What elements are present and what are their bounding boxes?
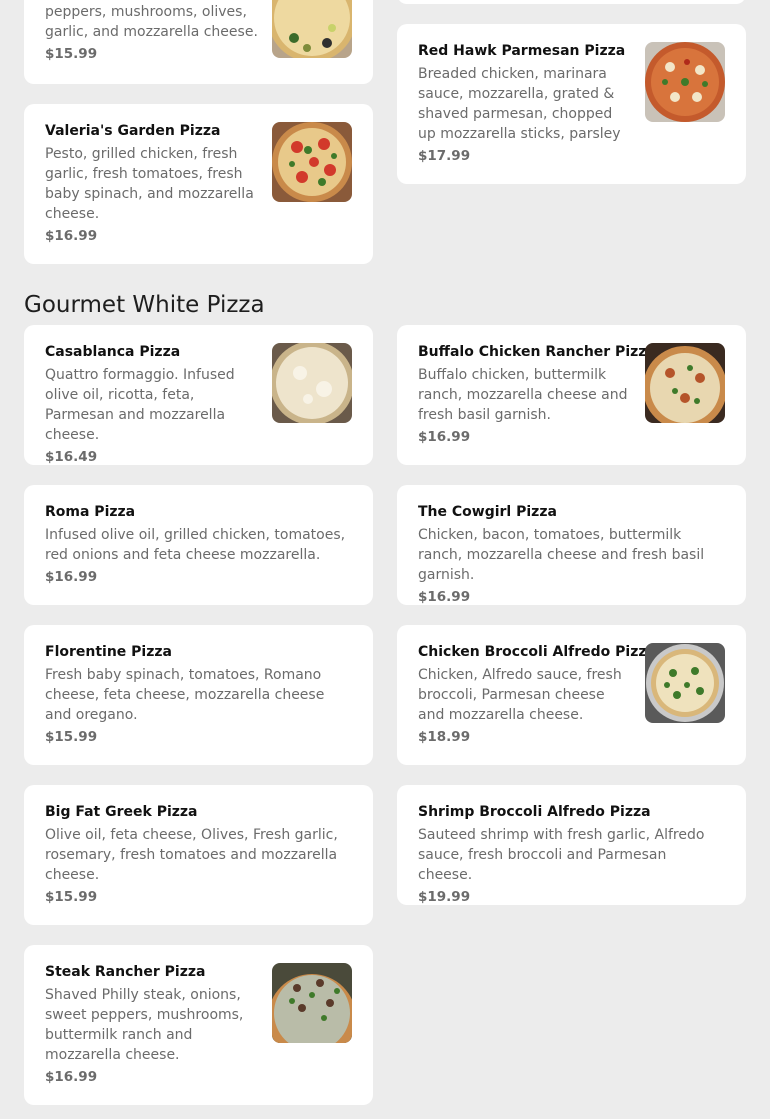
menu-item-description: Quattro formaggio. Infused olive oil, ri… bbox=[45, 367, 235, 443]
menu-item-card[interactable]: Steak Rancher Pizza Shaved Philly steak,… bbox=[24, 945, 373, 1105]
menu-item-card[interactable]: Chicken Broccoli Alfredo Pizza Chicken, … bbox=[397, 625, 746, 765]
menu-item-card[interactable]: Shrimp Broccoli Alfredo Pizza Sauteed sh… bbox=[397, 785, 746, 905]
menu-item-price: $19.99 bbox=[418, 889, 471, 905]
menu-item-description: Olive oil, feta cheese, Olives, Fresh ga… bbox=[45, 827, 338, 883]
menu-item-name: Shrimp Broccoli Alfredo Pizza bbox=[418, 804, 651, 820]
menu-item-description: Chicken, bacon, tomatoes, buttermilk ran… bbox=[418, 527, 705, 583]
menu-item-name: Roma Pizza bbox=[45, 504, 136, 520]
menu-item-card[interactable]: Florentine Pizza Fresh baby spinach, tom… bbox=[24, 625, 373, 765]
pizza-photo bbox=[645, 343, 725, 423]
menu-item-price: $16.99 bbox=[418, 429, 471, 445]
menu-item-price: $16.99 bbox=[418, 589, 471, 605]
menu-item-description: Breaded chicken, marinara sauce, mozzare… bbox=[418, 66, 621, 142]
section-title: Gourmet White Pizza bbox=[24, 292, 265, 318]
menu-item-name: Florentine Pizza bbox=[45, 644, 172, 660]
menu-item-price: $18.99 bbox=[418, 729, 471, 745]
menu-item-price: $16.49 bbox=[45, 449, 98, 465]
pizza-photo bbox=[272, 122, 352, 202]
menu-item-description: Sauteed shrimp with fresh garlic, Alfred… bbox=[418, 827, 705, 883]
menu-item-description: Fresh baby spinach, tomatoes, Romano che… bbox=[45, 667, 325, 723]
menu-item-description: Pesto, grilled chicken, fresh garlic, fr… bbox=[45, 146, 254, 222]
pizza-photo bbox=[272, 963, 352, 1043]
menu-item-price: $16.99 bbox=[45, 228, 98, 244]
pizza-photo bbox=[272, 343, 352, 423]
menu-item-card[interactable]: Big Fat Greek Pizza Olive oil, feta chee… bbox=[24, 785, 373, 925]
menu-item-description: Infused olive oil, grilled chicken, toma… bbox=[45, 527, 346, 563]
menu-item-description: Chicken, Alfredo sauce, fresh broccoli, … bbox=[418, 667, 622, 723]
menu-item-card[interactable]: The Cowgirl Pizza Chicken, bacon, tomato… bbox=[397, 485, 746, 605]
menu-item-card-partial[interactable] bbox=[397, 0, 746, 4]
menu-item-name: Big Fat Greek Pizza bbox=[45, 804, 198, 820]
menu-item-card[interactable]: Valeria's Garden Pizza Pesto, grilled ch… bbox=[24, 104, 373, 264]
menu-item-card[interactable]: Red Hawk Parmesan Pizza Breaded chicken,… bbox=[397, 24, 746, 184]
menu-item-price: $16.99 bbox=[45, 1069, 98, 1085]
menu-item-description: Shaved Philly steak, onions, sweet peppe… bbox=[45, 987, 244, 1063]
menu-item-card[interactable]: Casablanca Pizza Quattro formaggio. Infu… bbox=[24, 325, 373, 465]
menu-item-price: $17.99 bbox=[418, 148, 471, 164]
menu-item-price: $15.99 bbox=[45, 889, 98, 905]
pizza-photo bbox=[645, 643, 725, 723]
menu-item-description: peppers, mushrooms, olives, garlic, and … bbox=[45, 4, 258, 40]
pizza-photo bbox=[272, 0, 352, 58]
menu-item-price: $15.99 bbox=[45, 729, 98, 745]
menu-item-card[interactable]: Roma Pizza Infused olive oil, grilled ch… bbox=[24, 485, 373, 605]
menu-item-description: Buffalo chicken, buttermilk ranch, mozza… bbox=[418, 367, 628, 423]
menu-item-price: $16.99 bbox=[45, 569, 98, 585]
pizza-photo bbox=[645, 42, 725, 122]
menu-item-card[interactable]: Buffalo Chicken Rancher Pizza Buffalo ch… bbox=[397, 325, 746, 465]
menu-item-card-partial[interactable]: peppers, mushrooms, olives, garlic, and … bbox=[24, 0, 373, 84]
menu-item-name: The Cowgirl Pizza bbox=[418, 504, 557, 520]
